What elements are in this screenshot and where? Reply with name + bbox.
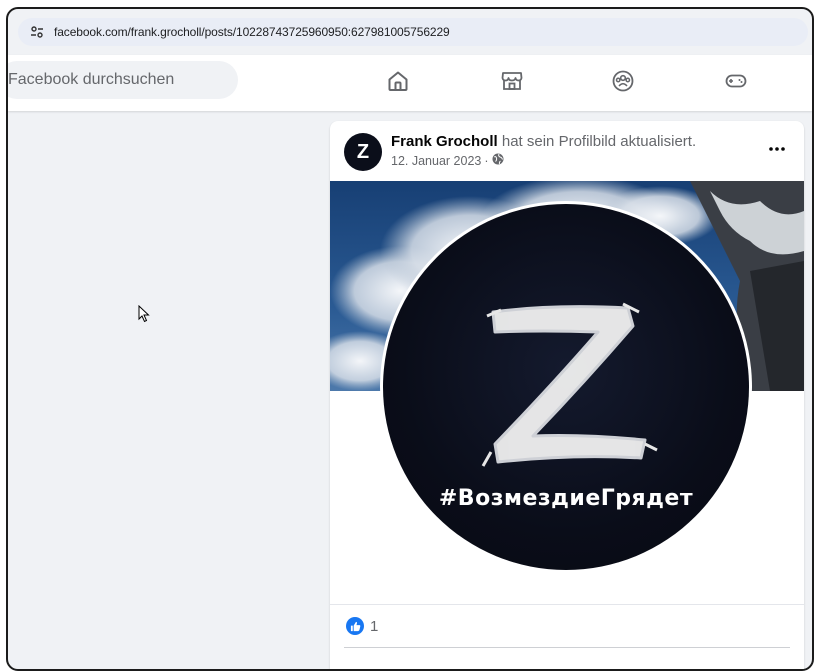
- site-settings-icon[interactable]: [28, 23, 46, 41]
- home-icon[interactable]: [385, 68, 411, 94]
- author-name[interactable]: Frank Grocholl: [391, 133, 498, 150]
- facebook-top-nav: Facebook durchsuchen: [8, 55, 812, 111]
- meta-separator: ·: [484, 153, 489, 168]
- post-header: Frank Grocholl hat sein Profilbild aktua…: [391, 133, 751, 168]
- globe-icon[interactable]: [492, 153, 504, 168]
- post-card: Z Frank Grocholl hat sein Profilbild akt…: [330, 121, 804, 669]
- image-hashtag: #ВозмездиеГрядет: [438, 486, 694, 511]
- profile-picture[interactable]: #ВозмездиеГрядет: [380, 201, 752, 573]
- more-options-button[interactable]: [764, 139, 790, 159]
- post-meta: 12. Januar 2023 ·: [391, 153, 751, 168]
- reaction-count: 1: [370, 617, 379, 635]
- gaming-icon[interactable]: [723, 68, 749, 94]
- search-placeholder: Facebook durchsuchen: [8, 71, 175, 88]
- divider: [344, 647, 790, 648]
- url-text[interactable]: facebook.com/frank.grocholl/posts/102287…: [54, 25, 450, 39]
- reaction-summary[interactable]: 1: [346, 617, 378, 635]
- address-bar[interactable]: facebook.com/frank.grocholl/posts/102287…: [18, 18, 808, 46]
- post-action: hat sein Profilbild aktualisiert.: [501, 133, 697, 150]
- mouse-cursor-icon: [138, 304, 150, 323]
- marketplace-icon[interactable]: [499, 68, 525, 94]
- divider: [330, 604, 804, 605]
- z-brush-letter-icon: [481, 302, 658, 467]
- search-input[interactable]: Facebook durchsuchen: [8, 61, 238, 99]
- avatar-letter: Z: [356, 140, 370, 163]
- post-title-line: Frank Grocholl hat sein Profilbild aktua…: [391, 133, 751, 150]
- groups-icon[interactable]: [610, 68, 636, 94]
- author-avatar[interactable]: Z: [344, 133, 382, 171]
- browser-window: facebook.com/frank.grocholl/posts/102287…: [6, 7, 814, 671]
- post-date[interactable]: 12. Januar 2023: [391, 154, 481, 168]
- like-icon: [346, 617, 364, 635]
